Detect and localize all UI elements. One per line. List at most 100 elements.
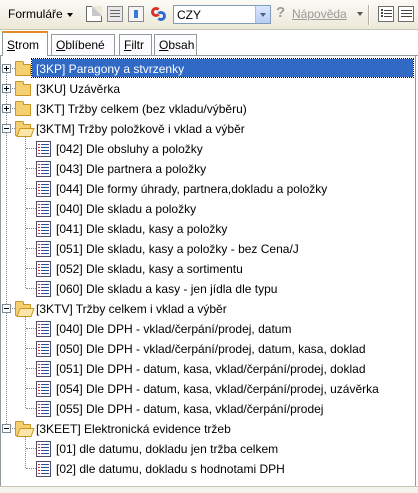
tree-node-label: [050] Dle DPH - vklad/čerpání/prodej, da… — [56, 342, 366, 356]
tab-strom[interactable]: Strom — [2, 31, 48, 56]
collapse-icon[interactable] — [2, 304, 11, 313]
help-chevron-down-icon[interactable] — [357, 12, 363, 16]
forms-menu-button[interactable]: Formuláře — [8, 7, 73, 21]
report-icon — [36, 381, 51, 397]
tab-oblibene-accel: O — [56, 38, 66, 52]
tree-report-node[interactable]: [02] dle datumu, dokladu s hodnotami DPH — [1, 459, 411, 479]
tree-node-label: [3KEET] Elektronická evidence tržeb — [36, 422, 231, 436]
report-icon — [36, 341, 51, 357]
tree-node-label: [055] Dle DPH - datum, kasa, vklad/čerpá… — [56, 402, 324, 416]
tree-line — [26, 228, 36, 229]
report-icon — [36, 361, 51, 377]
tree-line — [26, 208, 36, 209]
details-view-icon[interactable] — [398, 6, 414, 22]
tree-node-label: [01] dle datumu, dokladu jen tržba celke… — [56, 442, 279, 456]
tree-report-node[interactable]: [052] Dle skladu, kasy a sortimentu — [1, 259, 411, 279]
folder-icon — [15, 101, 31, 116]
tab-strom-accel: S — [7, 38, 16, 52]
folder-icon — [15, 61, 31, 76]
tree-line — [26, 408, 36, 409]
tab-oblibene[interactable]: Oblíbené — [51, 34, 115, 55]
tree-report-node[interactable]: [055] Dle DPH - datum, kasa, vklad/čerpá… — [1, 399, 411, 419]
tree-folder-node[interactable]: [3KT] Tržby celkem (bez vkladu/výběru) — [1, 99, 411, 119]
report-icon — [36, 461, 51, 477]
tree-node-label: [054] Dle DPH - datum, kasa, vklad/čerpá… — [56, 382, 379, 396]
question-icon[interactable]: ? — [276, 4, 285, 21]
language-select-value: CZY — [177, 8, 201, 22]
tree-folder-node[interactable]: [3KTM] Tržby položkově i vklad a výběr — [1, 119, 411, 139]
tree-report-node[interactable]: [051] Dle DPH - datum, kasa, vklad/čerpá… — [1, 359, 411, 379]
report-icon — [36, 181, 51, 197]
list-view-icon[interactable] — [378, 6, 394, 22]
toolbar: Formuláře CZY ? Nápověda — [0, 0, 418, 30]
tree-node-label: [3KU] Uzávěrka — [36, 82, 121, 96]
dropdown-arrow-icon[interactable] — [255, 6, 270, 23]
tree-line — [26, 328, 36, 329]
properties-icon[interactable] — [107, 6, 123, 22]
tree-folder-node[interactable]: [3KU] Uzávěrka — [1, 79, 411, 99]
tree-node-label: [051] Dle DPH - datum, kasa, vklad/čerpá… — [56, 362, 366, 376]
tree-line — [26, 288, 36, 289]
tree-node-label: [044] Dle formy úhrady, partnera,dokladu… — [56, 182, 328, 196]
tree-node-label: [052] Dle skladu, kasy a sortimentu — [56, 262, 243, 276]
tree-report-node[interactable]: [01] dle datumu, dokladu jen tržba celke… — [1, 439, 411, 459]
tree-folder-node[interactable]: [3KEET] Elektronická evidence tržeb — [1, 419, 411, 439]
tree-node-label: [3KTV] Tržby celkem i vklad a výběr — [36, 302, 227, 316]
tree-folder-node[interactable]: [3KTV] Tržby celkem i vklad a výběr — [1, 299, 411, 319]
new-document-icon[interactable] — [86, 6, 102, 22]
tree-line — [26, 268, 36, 269]
tab-strom-label: trom — [15, 38, 40, 52]
report-icon — [36, 281, 51, 297]
tree-report-node[interactable]: [040] Dle skladu a položky — [1, 199, 411, 219]
tree-report-node[interactable]: [060] Dle skladu a kasy - jen jídla dle … — [1, 279, 411, 299]
report-tree[interactable]: [3KP] Paragony a stvrzenky [3KU] Uzávěrka… — [0, 56, 416, 486]
tree-node-label: [3KTM] Tržby položkově i vklad a výběr — [36, 122, 245, 136]
help-button[interactable]: Nápověda — [292, 7, 347, 21]
tree-report-node[interactable]: [051] Dle skladu, kasy a položky - bez C… — [1, 239, 411, 259]
tree-node-label: [040] Dle skladu a položky — [56, 202, 197, 216]
tree-report-node[interactable]: [043] Dle partnera a položky — [1, 159, 411, 179]
toolbar-separator — [368, 5, 369, 25]
tree-report-node[interactable]: [040] Dle DPH - vklad/čerpání/prodej, da… — [1, 319, 411, 339]
tree-node-label: [051] Dle skladu, kasy a položky - bez C… — [56, 242, 299, 256]
expand-icon[interactable] — [2, 84, 11, 93]
tree-line — [26, 388, 36, 389]
folder-open-icon — [15, 121, 31, 136]
tree-node-label: [060] Dle skladu a kasy - jen jídla dle … — [56, 282, 278, 296]
forms-menu-label: Formuláře — [8, 7, 63, 21]
tree-line — [26, 188, 36, 189]
tree-node-label: [02] dle datumu, dokladu s hodnotami DPH — [56, 462, 285, 476]
folder-icon — [15, 81, 31, 96]
tree-folder-node[interactable]: [3KP] Paragony a stvrzenky — [1, 58, 414, 79]
tab-filtr-label: iltr — [131, 38, 145, 52]
tree-line — [26, 348, 36, 349]
tab-obsah-accel: O — [159, 38, 169, 52]
collapse-icon[interactable] — [2, 124, 11, 133]
tab-obsah[interactable]: Obsah — [154, 34, 197, 55]
tree-line — [26, 148, 36, 149]
tree-line — [26, 248, 36, 249]
tree-node-label: [3KT] Tržby celkem (bez vkladu/výběru) — [36, 102, 247, 116]
expand-icon[interactable] — [2, 104, 11, 113]
export-icon[interactable] — [128, 6, 144, 22]
tree-report-node[interactable]: [044] Dle formy úhrady, partnera,dokladu… — [1, 179, 411, 199]
tree-report-node[interactable]: [042] Dle obsluhy a položky — [1, 139, 411, 159]
tab-obsah-label: bsah — [168, 38, 195, 52]
tree-report-node[interactable]: [050] Dle DPH - vklad/čerpání/prodej, da… — [1, 339, 411, 359]
collapse-icon[interactable] — [2, 424, 11, 433]
chevron-down-icon — [66, 12, 73, 17]
tree-line — [26, 448, 36, 449]
tree-node-label: [041] Dle skladu, kasy a položky — [56, 222, 228, 236]
report-icon — [36, 261, 51, 277]
expand-icon[interactable] — [2, 64, 11, 73]
language-swap-icon[interactable] — [150, 5, 168, 23]
tree-node-label: [3KP] Paragony a stvrzenky — [36, 62, 185, 76]
tree-node-label: [040] Dle DPH - vklad/čerpání/prodej, da… — [56, 322, 292, 336]
report-icon — [36, 401, 51, 417]
folder-open-icon — [15, 301, 31, 316]
language-select[interactable]: CZY — [173, 5, 271, 24]
folder-open-icon — [15, 421, 31, 436]
tree-report-node[interactable]: [041] Dle skladu, kasy a položky — [1, 219, 411, 239]
tab-filtr[interactable]: Filtr — [119, 34, 152, 55]
tree-report-node[interactable]: [054] Dle DPH - datum, kasa, vklad/čerpá… — [1, 379, 411, 399]
